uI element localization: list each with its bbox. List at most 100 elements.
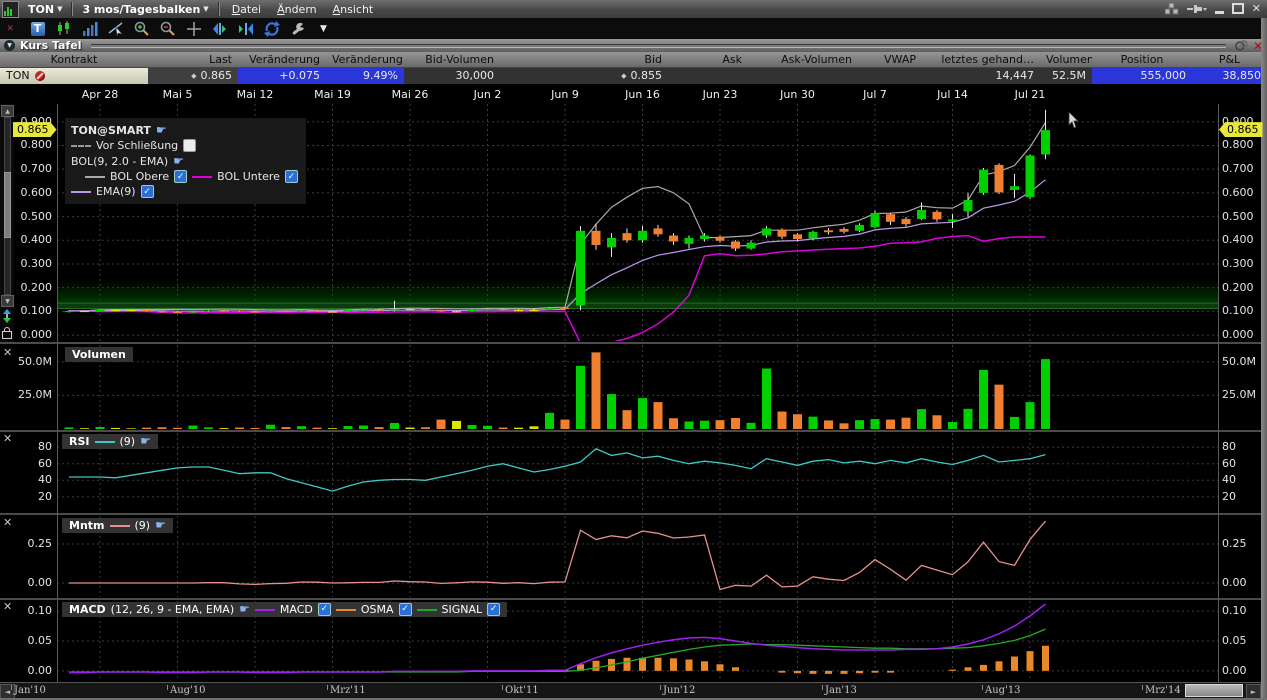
cell-ask_volume[interactable] [748, 68, 858, 84]
close-button[interactable]: ✕ [1252, 4, 1261, 14]
cell-change[interactable]: +0.075 [238, 68, 326, 84]
timeline-right-arrow[interactable]: ► [1246, 684, 1261, 699]
momentum-pane[interactable] [57, 516, 1218, 597]
cell-volume[interactable]: 52.5M [1040, 68, 1092, 84]
column-header-ask[interactable]: Ask [668, 52, 748, 67]
collapse-panel-button[interactable]: ▼ [4, 40, 15, 51]
column-header-kontrakt[interactable]: Kontrakt [0, 52, 148, 67]
timeline-thumb[interactable] [1185, 684, 1243, 697]
maximize-button[interactable] [1232, 3, 1244, 16]
timeline-tick [502, 685, 503, 690]
bol-upper-checkbox[interactable]: ✓ [174, 170, 187, 183]
pane-separator[interactable] [0, 342, 1261, 344]
refresh-icon[interactable] [263, 20, 280, 37]
cell-change_pct[interactable]: 9.49% [326, 68, 404, 84]
menu-ansicht[interactable]: Ansicht [325, 3, 382, 16]
remove-icon[interactable]: ✕ [3, 20, 20, 37]
zoom-in-icon[interactable] [133, 20, 150, 37]
osma-checkbox[interactable]: ✓ [399, 603, 412, 616]
pane-separator[interactable] [0, 513, 1261, 515]
macd-checkbox[interactable]: ✓ [318, 603, 331, 616]
menu-datei[interactable]: Datei [224, 3, 269, 16]
lock-scale-icon[interactable] [2, 331, 12, 339]
osma-bar [701, 661, 708, 671]
scale-up-button[interactable]: ▲ [1, 105, 14, 117]
x-axis-label: Jul 14 [937, 88, 968, 101]
rsi-pane[interactable] [57, 433, 1218, 511]
volume-bar [793, 414, 802, 429]
signal-series-label: SIGNAL [442, 602, 483, 617]
bol-lower-checkbox[interactable]: ✓ [285, 170, 298, 183]
minimize-button[interactable] [1215, 3, 1224, 16]
close-rsi-pane-button[interactable]: ✕ [3, 432, 12, 445]
volume-bar [158, 427, 167, 429]
column-header-change_pct[interactable]: Veränderung % [326, 52, 404, 67]
column-header-last[interactable]: Last [148, 52, 238, 67]
pre-close-checkbox[interactable] [183, 139, 196, 152]
close-macd-pane-button[interactable]: ✕ [3, 600, 12, 613]
cell-ask[interactable] [668, 68, 748, 84]
cell-last[interactable]: ◆0.865 [148, 68, 238, 84]
y-axis-label: 0.00 [1222, 576, 1247, 589]
cell-pnl[interactable]: 38,850 [1192, 68, 1267, 84]
column-header-ask_volume[interactable]: Ask-Volumen [748, 52, 858, 67]
volume-pane[interactable] [57, 345, 1218, 429]
pane-separator[interactable] [0, 598, 1261, 600]
column-header-vwap[interactable]: VWAP [858, 52, 922, 67]
column-header-last_traded[interactable]: letztes gehand… [922, 52, 1040, 67]
zoom-out-icon[interactable] [159, 20, 176, 37]
symbol-label: TON [28, 3, 54, 16]
symbol-dropdown[interactable]: TON ▼ [23, 3, 67, 16]
trendline-tool-icon[interactable] [107, 20, 124, 37]
pin-icon[interactable] [1187, 4, 1207, 14]
text-tool-icon[interactable]: T [29, 20, 46, 37]
cell-vwap[interactable] [858, 68, 922, 84]
hand-icon[interactable]: ☛ [173, 154, 184, 168]
ema-checkbox[interactable]: ✓ [141, 185, 154, 198]
crosshair-icon[interactable] [185, 20, 202, 37]
hand-icon[interactable]: ☛ [140, 434, 151, 449]
column-header-bid_volume[interactable]: Bid-Volumen [404, 52, 500, 67]
close-momentum-pane-button[interactable]: ✕ [3, 516, 12, 529]
cell-bid[interactable]: ◆0.855 [500, 68, 668, 84]
signal-checkbox[interactable]: ✓ [487, 603, 500, 616]
column-header-pnl[interactable]: P&L [1192, 52, 1267, 67]
volume-bar [762, 369, 771, 429]
menu-ändern[interactable]: Ändern [269, 3, 325, 16]
hand-icon[interactable]: ☛ [155, 518, 166, 533]
column-header-volume[interactable]: Volumen [1040, 52, 1092, 67]
x-axis-label: Jun 23 [703, 88, 738, 101]
scale-down-button[interactable]: ▼ [1, 295, 14, 307]
y-axis-label: 60 [2, 457, 52, 470]
timeline-left-arrow[interactable]: ◄ [0, 684, 15, 699]
expand-bars-icon[interactable] [211, 20, 228, 37]
link-icon[interactable] [1235, 40, 1248, 51]
candle [871, 213, 880, 227]
cell-kontrakt[interactable]: TON [0, 68, 148, 84]
titlebar[interactable]: TON ▼ 3 mos/Tagesbalken ▼ DateiÄndernAns… [0, 0, 1267, 18]
auto-scale-icon[interactable] [1, 309, 1162, 323]
hand-icon[interactable]: ☛ [156, 123, 167, 137]
histogram-tool-icon[interactable] [81, 20, 98, 37]
wrench-icon[interactable] [289, 20, 306, 37]
compress-bars-icon[interactable] [237, 20, 254, 37]
pane-separator[interactable] [0, 430, 1261, 432]
scale-scrollbar-thumb[interactable] [4, 172, 11, 238]
volume-bar [266, 425, 275, 429]
cell-last_traded[interactable]: 14,447 [922, 68, 1040, 84]
timeframe-dropdown[interactable]: 3 mos/Tagesbalken ▼ [77, 3, 213, 16]
column-header-position[interactable]: Position [1092, 52, 1192, 67]
column-header-change[interactable]: Veränderung [238, 52, 326, 67]
hand-icon[interactable]: ☛ [239, 602, 250, 617]
group-windows-icon[interactable] [1165, 3, 1179, 15]
candlestick-tool-icon[interactable] [55, 20, 72, 37]
timeline-label: Jun'12 [663, 685, 695, 696]
timeline-scrollbar[interactable]: ◄ ► Jan'10Aug'10Mrz'11Okt'11Jun'12Jan'13… [0, 682, 1261, 698]
column-header-bid[interactable]: Bid [500, 52, 668, 67]
cell-bid_volume[interactable]: 30,000 [404, 68, 500, 84]
close-volume-pane-button[interactable]: ✕ [3, 346, 12, 359]
dropdown-arrow-icon[interactable]: ▼ [315, 20, 332, 37]
osma-bar [717, 664, 724, 671]
quote-table-row[interactable]: TON◆0.865+0.0759.49%30,000◆0.855 14,44752… [0, 68, 1267, 84]
cell-position[interactable]: 555,000 [1092, 68, 1192, 84]
